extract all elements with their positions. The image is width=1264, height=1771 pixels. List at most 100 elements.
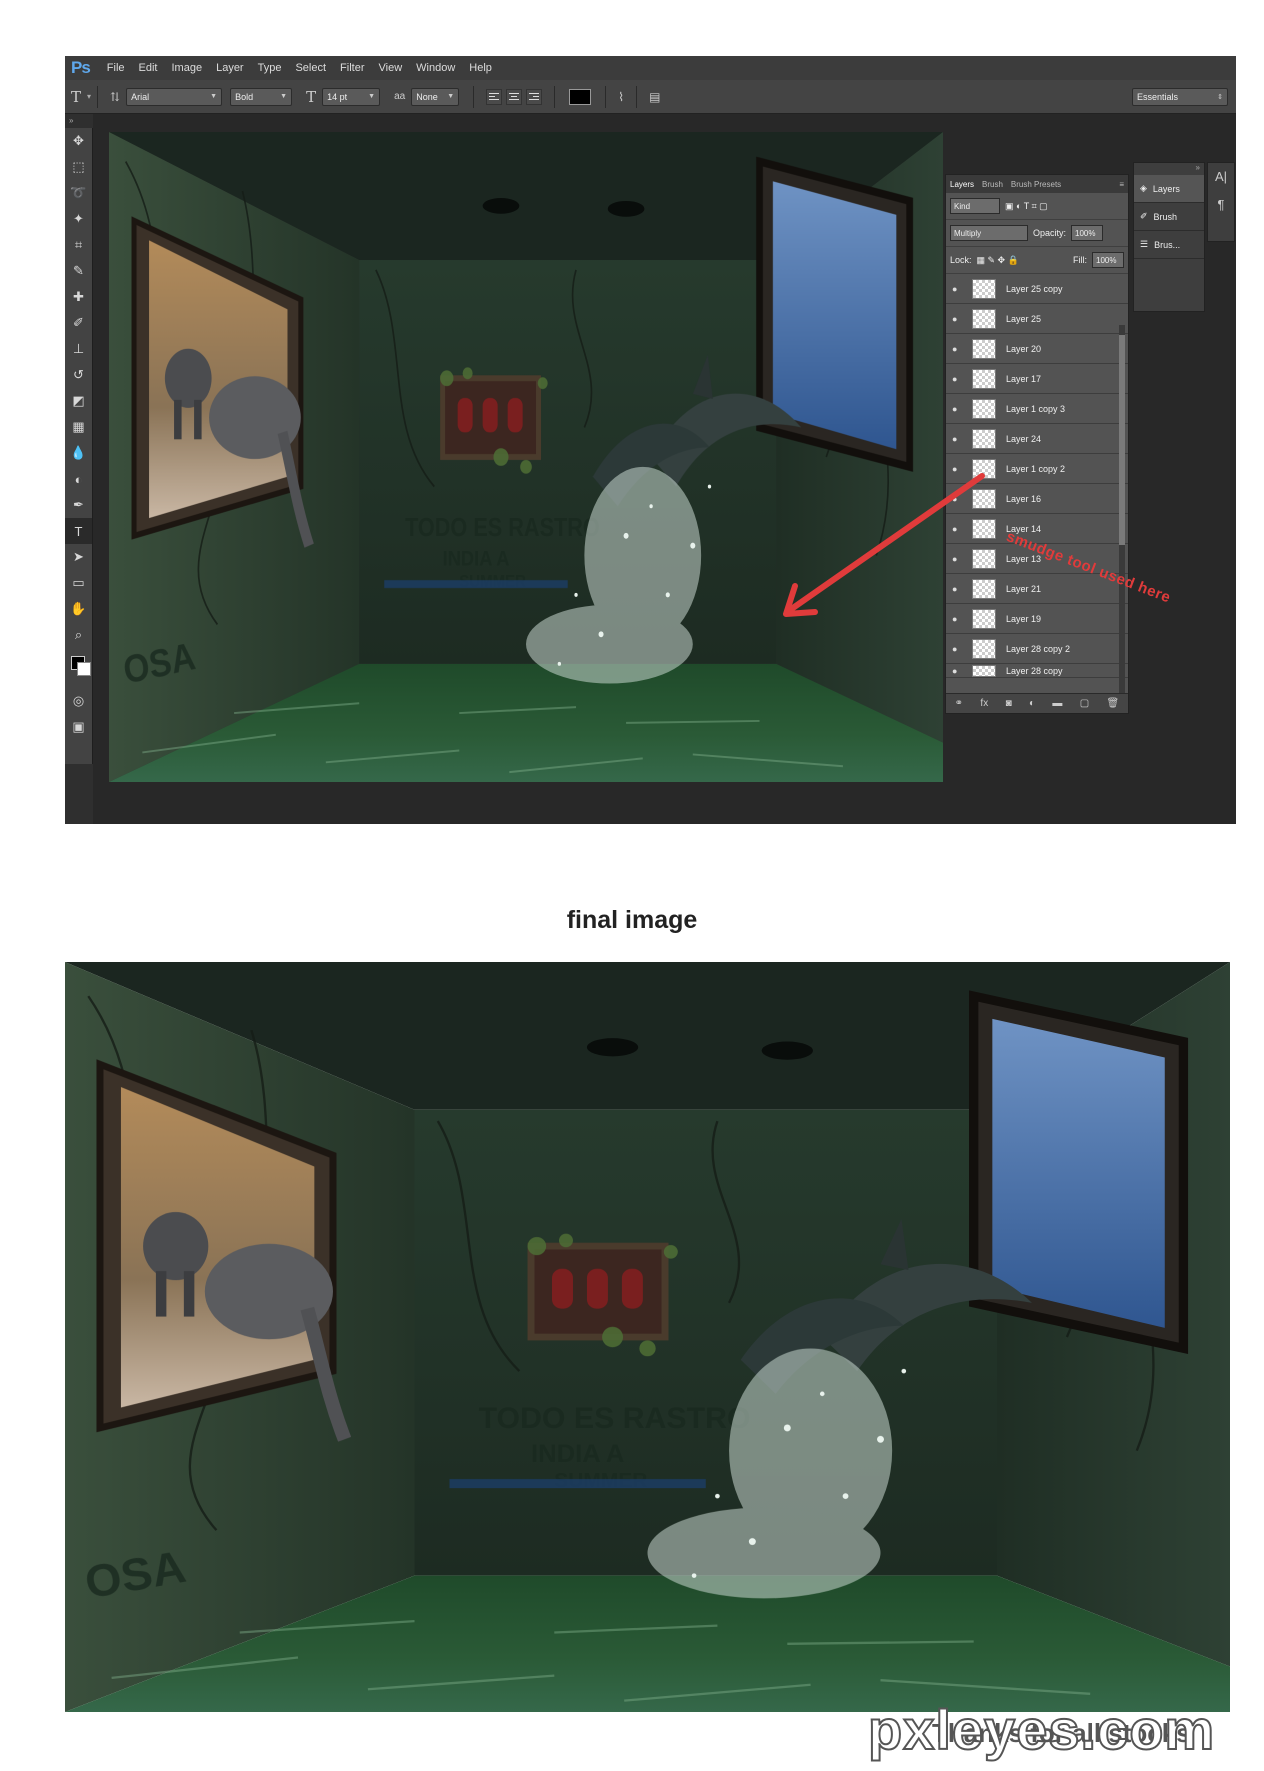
menu-type[interactable]: Type xyxy=(251,62,289,74)
layer-row[interactable]: ● Layer 17 xyxy=(946,364,1128,394)
mask-icon[interactable]: ◙ xyxy=(1006,698,1012,709)
eye-icon[interactable]: ● xyxy=(952,344,966,354)
screen-mode-icon[interactable]: ▣ xyxy=(65,714,92,740)
eye-icon[interactable]: ● xyxy=(952,284,966,294)
shape-icon[interactable]: ▭ xyxy=(65,570,92,596)
orientation-icon[interactable]: ⇅ xyxy=(110,90,120,104)
collapse-icon[interactable]: » xyxy=(65,114,93,127)
fill-input[interactable]: 100% xyxy=(1092,252,1124,268)
warp-text-icon[interactable]: ⌇ xyxy=(618,90,624,104)
font-family-dropdown[interactable]: Arial ▼ xyxy=(126,87,223,106)
tab-brush-presets[interactable]: Brush Presets xyxy=(1011,180,1061,189)
eye-icon[interactable]: ● xyxy=(952,524,966,534)
tab-layers[interactable]: Layers xyxy=(950,180,974,189)
gradient-icon[interactable]: ▦ xyxy=(65,414,92,440)
eraser-icon[interactable]: ◩ xyxy=(65,388,92,414)
crop-icon[interactable]: ⌗ xyxy=(65,232,92,258)
lasso-icon[interactable]: ➰ xyxy=(65,180,92,206)
paragraph-icon[interactable]: ¶ xyxy=(1208,191,1234,219)
blend-mode-dropdown[interactable]: Multiply xyxy=(950,225,1028,241)
layers-scrollbar[interactable] xyxy=(1119,325,1125,705)
pen-icon[interactable]: ✒ xyxy=(65,492,92,518)
layer-row[interactable]: ● Layer 1 copy 3 xyxy=(946,394,1128,424)
menu-filter[interactable]: Filter xyxy=(333,62,371,74)
new-layer-icon[interactable]: ▢ xyxy=(1080,698,1089,709)
kind-dropdown[interactable]: Kind xyxy=(950,198,1000,214)
marquee-icon[interactable]: ⬚ xyxy=(65,154,92,180)
menu-edit[interactable]: Edit xyxy=(132,62,165,74)
menu-select[interactable]: Select xyxy=(288,62,333,74)
align-right-icon[interactable] xyxy=(526,88,543,105)
eye-icon[interactable]: ● xyxy=(952,404,966,414)
document-canvas[interactable] xyxy=(109,132,943,782)
eye-icon[interactable]: ● xyxy=(952,614,966,624)
character-icon[interactable]: A| xyxy=(1208,163,1234,191)
dock-brush[interactable]: ✐ Brush xyxy=(1134,203,1204,231)
link-icon[interactable]: ⚭ xyxy=(955,698,963,709)
dock-collapse-icon[interactable]: » xyxy=(1134,163,1204,175)
layer-row[interactable]: ● Layer 28 copy 2 xyxy=(946,634,1128,664)
menu-help[interactable]: Help xyxy=(462,62,499,74)
zoom-icon[interactable]: ⌕ xyxy=(65,622,92,648)
eyedropper-icon[interactable]: ✎ xyxy=(65,258,92,284)
menu-window[interactable]: Window xyxy=(409,62,462,74)
hand-icon[interactable]: ✋ xyxy=(65,596,92,622)
font-size-dropdown[interactable]: 14 pt ▼ xyxy=(322,87,381,106)
dock-brush-presets[interactable]: ☰ Brus... xyxy=(1134,231,1204,259)
move-icon[interactable]: ✥ xyxy=(65,128,92,154)
menu-layer[interactable]: Layer xyxy=(209,62,251,74)
align-left-icon[interactable] xyxy=(486,88,503,105)
eye-icon[interactable]: ● xyxy=(952,584,966,594)
color-swatches[interactable] xyxy=(65,648,92,688)
eye-icon[interactable]: ● xyxy=(952,494,966,504)
text-color-swatch[interactable] xyxy=(569,88,592,105)
opacity-input[interactable]: 100% xyxy=(1071,225,1104,241)
quick-mask-icon[interactable]: ◎ xyxy=(65,688,92,714)
eye-icon[interactable]: ● xyxy=(952,666,966,676)
layer-row[interactable]: ● Layer 24 xyxy=(946,424,1128,454)
brush-icon[interactable]: ✐ xyxy=(65,310,92,336)
stamp-icon[interactable]: ⊥ xyxy=(65,336,92,362)
layer-row[interactable]: ● Layer 19 xyxy=(946,604,1128,634)
background-color[interactable] xyxy=(77,662,91,676)
menu-file[interactable]: File xyxy=(100,62,132,74)
workspace-dropdown[interactable]: Essentials ⇕ xyxy=(1132,87,1228,106)
history-brush-icon[interactable]: ↺ xyxy=(65,362,92,388)
dock-layers[interactable]: ◈ Layers xyxy=(1134,175,1204,203)
magic-wand-icon[interactable]: ✦ xyxy=(65,206,92,232)
tool-preset-chevron-icon[interactable]: ▾ xyxy=(87,92,91,101)
layer-row[interactable]: ● Layer 28 copy xyxy=(946,664,1128,678)
layer-row[interactable]: ● Layer 1 copy 2 xyxy=(946,454,1128,484)
panel-menu-icon[interactable]: ≡ xyxy=(1119,180,1124,189)
folder-icon[interactable]: ▬ xyxy=(1052,698,1062,709)
path-select-icon[interactable]: ➤ xyxy=(65,544,92,570)
layer-row[interactable]: ● Layer 20 xyxy=(946,334,1128,364)
dodge-icon[interactable]: ◐ xyxy=(65,466,92,492)
filter-icons[interactable]: ▣ ◐ T ⌗ ▢ xyxy=(1005,201,1048,212)
healing-icon[interactable]: ✚ xyxy=(65,284,92,310)
eye-icon[interactable]: ● xyxy=(952,644,966,654)
lock-icons[interactable]: ▦ ✎ ✥ 🔒 xyxy=(977,255,1019,266)
font-style-dropdown[interactable]: Bold ▼ xyxy=(230,87,293,106)
layer-row[interactable]: ● Layer 16 xyxy=(946,484,1128,514)
layer-row[interactable]: ● Layer 25 xyxy=(946,304,1128,334)
type-tool-icon[interactable]: T xyxy=(71,88,81,106)
trash-icon[interactable]: 🗑 xyxy=(1107,698,1120,709)
blur-icon[interactable]: 💧 xyxy=(65,440,92,466)
eye-icon[interactable]: ● xyxy=(952,374,966,384)
character-panel-icon[interactable]: ▤ xyxy=(649,90,660,104)
layer-row[interactable]: ● Layer 25 copy xyxy=(946,274,1128,304)
eye-icon[interactable]: ● xyxy=(952,314,966,324)
adjustment-icon[interactable]: ◐ xyxy=(1029,698,1035,709)
tab-brush[interactable]: Brush xyxy=(982,180,1003,189)
type-icon[interactable]: T xyxy=(65,518,92,544)
eye-icon[interactable]: ● xyxy=(952,554,966,564)
menu-view[interactable]: View xyxy=(372,62,410,74)
scroll-thumb[interactable] xyxy=(1119,335,1125,545)
menu-image[interactable]: Image xyxy=(165,62,210,74)
fx-icon[interactable]: fx xyxy=(980,698,988,709)
eye-icon[interactable]: ● xyxy=(952,464,966,474)
align-center-icon[interactable] xyxy=(506,88,523,105)
antialias-dropdown[interactable]: None ▼ xyxy=(411,87,460,106)
eye-icon[interactable]: ● xyxy=(952,434,966,444)
